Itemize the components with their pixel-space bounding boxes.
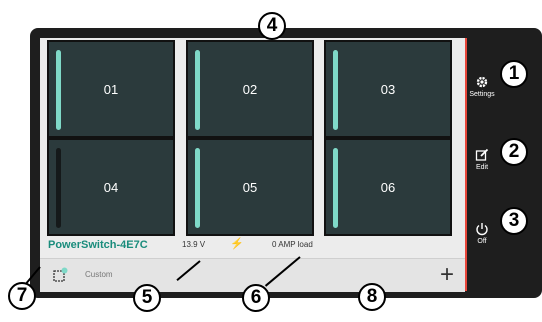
edit-button[interactable]: Edit [468, 148, 496, 171]
callout-8: 8 [358, 283, 386, 311]
settings-button[interactable]: Settings [468, 75, 496, 98]
load-readout: 0 AMP load [272, 240, 313, 249]
profile-label[interactable]: Custom [85, 270, 113, 279]
callout-7: 7 [8, 282, 36, 310]
edit-icon [475, 148, 489, 161]
power-icon [476, 223, 488, 236]
switch-tile-06[interactable]: 06 [324, 138, 452, 236]
switch-tile-04[interactable]: 04 [47, 138, 175, 236]
add-profile-button[interactable]: + [435, 261, 459, 289]
settings-label: Settings [469, 91, 495, 98]
switch-label: 03 [380, 81, 396, 97]
switch-label: 06 [380, 179, 396, 195]
callout-6: 6 [242, 284, 270, 312]
callout-5: 5 [133, 284, 161, 312]
device-name: PowerSwitch-4E7C [48, 239, 148, 251]
switch-tile-01[interactable]: 01 [47, 40, 175, 138]
callout-2: 2 [500, 138, 528, 166]
bolt-icon: ⚡ [230, 238, 244, 250]
edit-label: Edit [475, 164, 489, 171]
profile-switch-icon[interactable] [52, 267, 68, 283]
switch-label: 04 [103, 179, 119, 195]
switch-label: 01 [103, 81, 119, 97]
gear-icon [476, 76, 488, 88]
switch-tile-05[interactable]: 05 [186, 138, 314, 236]
status-bar: PowerSwitch-4E7C 13.9 V ⚡ 0 AMP load [40, 234, 465, 256]
switch-label: 05 [242, 179, 258, 195]
switch-tile-02[interactable]: 02 [186, 40, 314, 138]
power-off-button[interactable]: Off [468, 222, 496, 245]
callout-3: 3 [500, 207, 528, 235]
off-label: Off [477, 238, 487, 245]
voltage-readout: 13.9 V [182, 240, 206, 249]
switch-label: 02 [242, 81, 258, 97]
callout-4: 4 [258, 12, 286, 40]
switch-tile-03[interactable]: 03 [324, 40, 452, 138]
callout-1: 1 [500, 60, 528, 88]
